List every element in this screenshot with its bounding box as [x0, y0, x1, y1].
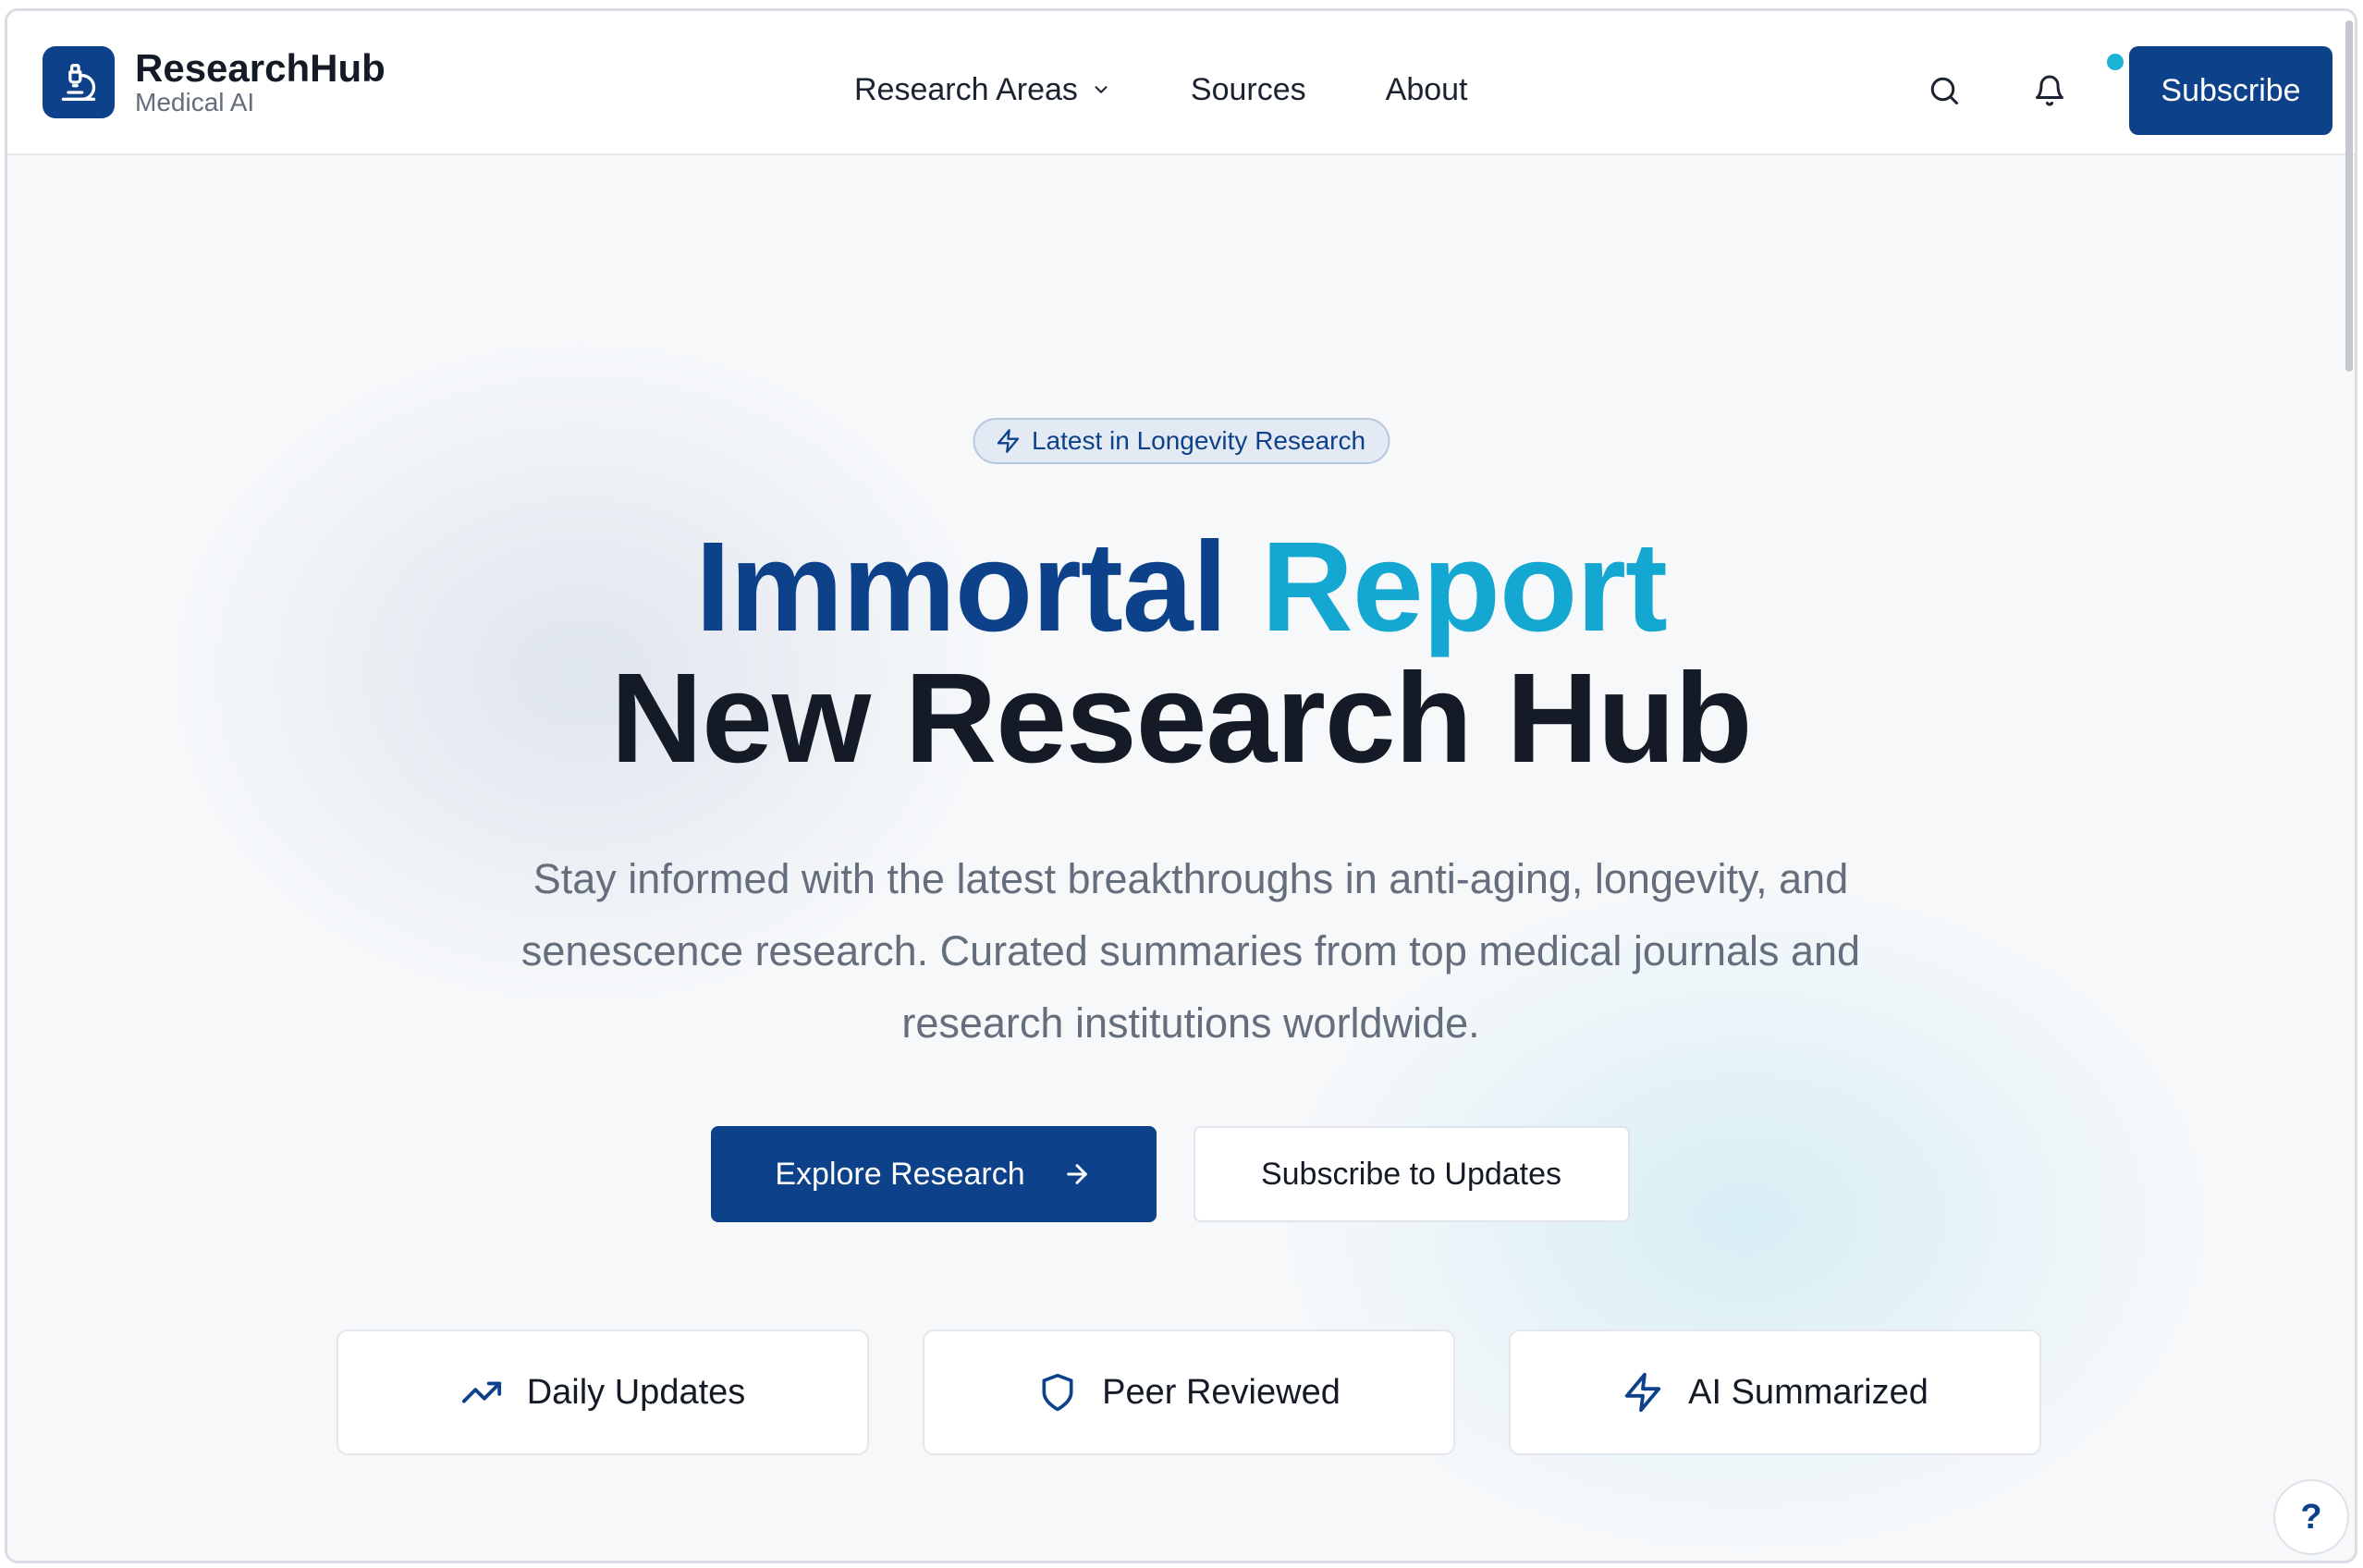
- nav-item-research-areas[interactable]: Research Areas: [854, 72, 1111, 108]
- scrollbar-thumb[interactable]: [2345, 20, 2353, 372]
- subscribe-updates-button[interactable]: Subscribe to Updates: [1193, 1126, 1630, 1222]
- top-navbar: ResearchHub Medical AI Research Areas So…: [7, 11, 2355, 155]
- nav-item-label: Sources: [1190, 72, 1306, 107]
- hero-badge: Latest in Longevity Research: [972, 418, 1390, 464]
- nav-item-label: Research Areas: [854, 72, 1078, 107]
- explore-research-label: Explore Research: [775, 1156, 1025, 1192]
- nav-item-about[interactable]: About: [1386, 72, 1468, 108]
- hero-title: Immortal Report: [7, 523, 2355, 651]
- feature-label: AI Summarized: [1688, 1372, 1928, 1412]
- lightning-icon: [997, 429, 1019, 453]
- hero-lead: Stay informed with the latest breakthrou…: [520, 855, 1861, 1047]
- subscribe-button[interactable]: Subscribe: [2129, 46, 2332, 135]
- lightning-icon: [1624, 1372, 1661, 1413]
- hero-badge-label: Latest in Longevity Research: [1031, 426, 1366, 455]
- feature-card-daily-updates: Daily Updates: [337, 1329, 869, 1455]
- feature-cards: Daily Updates Peer Reviewed AI Summarize…: [337, 1329, 2041, 1455]
- nav-actions: Subscribe: [1916, 46, 2332, 135]
- browser-window: ResearchHub Medical AI Research Areas So…: [5, 8, 2357, 1563]
- nav-item-sources[interactable]: Sources: [1191, 72, 1306, 108]
- hero-title-part1: Immortal: [695, 516, 1228, 658]
- brand-name: ResearchHub: [135, 46, 386, 90]
- hero-title-part2: Report: [1261, 516, 1668, 658]
- feature-card-ai-summarized: AI Summarized: [1509, 1329, 2041, 1455]
- trending-up-icon: [461, 1381, 501, 1403]
- help-button[interactable]: ?: [2273, 1479, 2349, 1555]
- search-icon[interactable]: [1916, 63, 1972, 118]
- shield-icon: [1042, 1373, 1073, 1412]
- chevron-down-icon: [1091, 72, 1111, 108]
- hero-section: Latest in Longevity Research Immortal Re…: [7, 155, 2355, 1561]
- hero-cta-row: Explore Research Subscribe to Updates: [7, 1126, 2344, 1222]
- nav-item-label: About: [1385, 72, 1468, 107]
- notification-dot: [2107, 54, 2124, 70]
- brand[interactable]: ResearchHub Medical AI: [43, 46, 386, 118]
- bell-icon[interactable]: [2022, 54, 2124, 118]
- feature-card-peer-reviewed: Peer Reviewed: [923, 1329, 1455, 1455]
- main-nav: Research Areas Sources About: [854, 72, 1468, 108]
- microscope-icon: [43, 46, 115, 118]
- hero-title-line2: New Research Hub: [610, 647, 1752, 790]
- feature-label: Daily Updates: [526, 1372, 746, 1412]
- arrow-right-icon: [1066, 1164, 1087, 1184]
- brand-subtitle: Medical AI: [135, 88, 255, 116]
- feature-label: Peer Reviewed: [1102, 1372, 1341, 1412]
- explore-research-button[interactable]: Explore Research: [710, 1126, 1157, 1222]
